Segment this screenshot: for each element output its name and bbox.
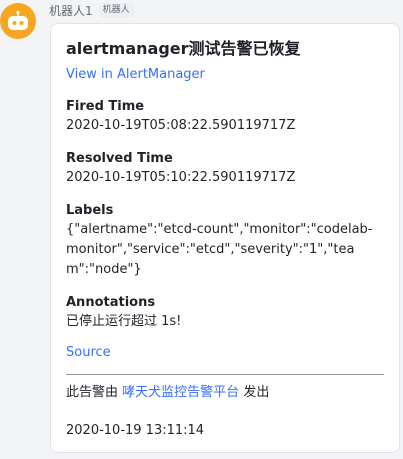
fired-time-value: 2020-10-19T05:08:22.590119717Z [66, 118, 296, 133]
resolved-time-label: Resolved Time [66, 151, 173, 166]
bot-tag-badge: 机器人 [98, 3, 134, 18]
labels-section: Labels {"alertname":"etcd-count","monito… [66, 202, 384, 280]
footer-suffix: 发出 [243, 385, 270, 400]
resolved-time-value: 2020-10-19T05:10:22.590119717Z [66, 170, 296, 185]
fired-time-label: Fired Time [66, 99, 145, 114]
platform-link[interactable]: 哮天犬监控告警平台 [122, 385, 239, 400]
source-link[interactable]: Source [66, 344, 384, 362]
sender-name[interactable]: 机器人1 [49, 2, 93, 19]
fired-time-section: Fired Time 2020-10-19T05:08:22.590119717… [66, 98, 384, 136]
avatar[interactable] [0, 3, 36, 39]
annotations-value: 已停止运行超过 1s! [66, 314, 182, 329]
robot-icon [8, 10, 28, 30]
resolved-time-section: Resolved Time 2020-10-19T05:10:22.590119… [66, 150, 384, 188]
card-title: alertmanager测试告警已恢复 [66, 39, 301, 58]
annotations-label: Annotations [66, 295, 156, 310]
annotations-section: Annotations 已停止运行超过 1s! [66, 294, 384, 332]
labels-label: Labels [66, 203, 114, 218]
footer-prefix: 此告警由 [66, 385, 119, 400]
message-card: alertmanager测试告警已恢复 View in AlertManager… [50, 23, 400, 453]
sender-line: 机器人1 机器人 [49, 2, 134, 19]
labels-value: {"alertname":"etcd-count","monitor":"cod… [66, 222, 373, 277]
divider [66, 374, 384, 375]
view-in-alertmanager-link[interactable]: View in AlertManager [66, 66, 384, 84]
message-timestamp: 2020-10-19 13:11:14 [66, 423, 205, 438]
footer-line: 此告警由 哮天犬监控告警平台 发出 [66, 383, 384, 403]
